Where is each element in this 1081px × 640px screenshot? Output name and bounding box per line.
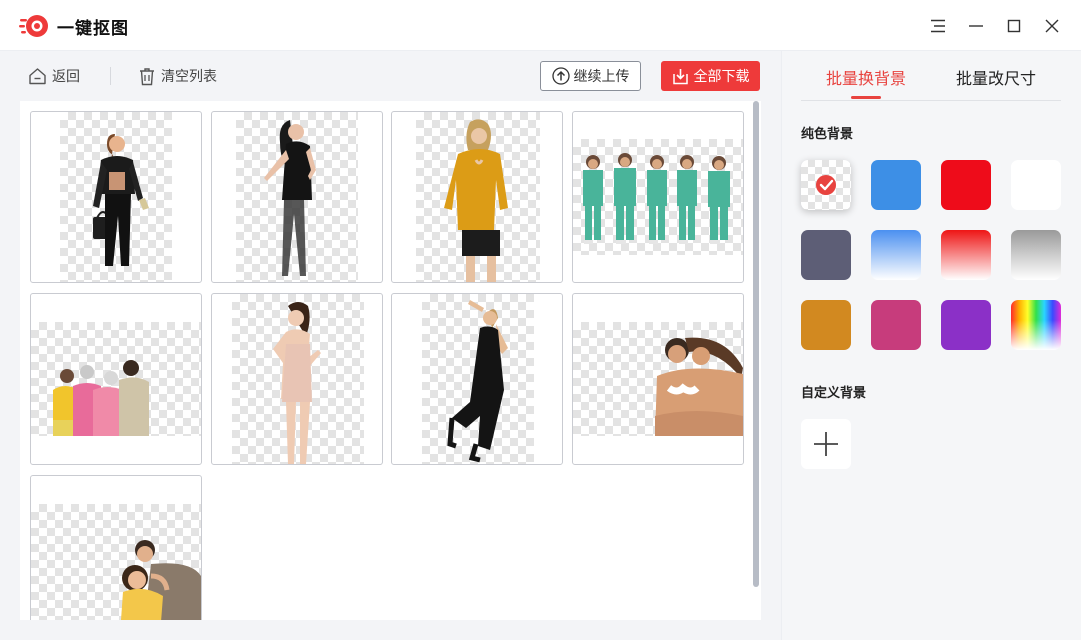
swatch-white[interactable] xyxy=(1011,160,1061,210)
image-thumbnail[interactable] xyxy=(572,293,744,465)
swatch-red-gradient[interactable] xyxy=(941,230,991,280)
maximize-icon xyxy=(1007,19,1021,33)
swatch-blue[interactable] xyxy=(871,160,921,210)
group-figure xyxy=(53,360,149,436)
upload-label: 继续上传 xyxy=(573,68,630,84)
image-list xyxy=(20,101,761,620)
download-all-button[interactable]: 全部下载 xyxy=(661,61,760,91)
image-thumbnail[interactable] xyxy=(391,293,563,465)
minimize-button[interactable] xyxy=(963,13,989,39)
solid-background-title: 纯色背景 xyxy=(801,126,854,141)
image-thumbnail[interactable] xyxy=(30,475,202,620)
tab-divider xyxy=(801,100,1061,101)
swatch-red[interactable] xyxy=(941,160,991,210)
group-figure xyxy=(121,540,201,620)
group-figure xyxy=(655,337,743,436)
person-figure xyxy=(447,300,508,463)
upload-icon xyxy=(551,67,570,85)
toolbar-divider xyxy=(110,67,111,85)
swatch-purple[interactable] xyxy=(941,300,991,350)
image-thumbnail[interactable] xyxy=(572,111,744,283)
menu-button[interactable] xyxy=(925,13,951,39)
tab-batch-background[interactable]: 批量换背景 xyxy=(826,65,906,89)
list-scrollbar[interactable] xyxy=(753,101,759,587)
home-back-icon xyxy=(29,68,46,85)
swatch-rainbow[interactable] xyxy=(1011,300,1061,350)
person-figure xyxy=(444,119,508,282)
image-thumbnail[interactable] xyxy=(211,111,383,283)
person-figure xyxy=(273,302,321,464)
clear-list-button[interactable]: 清空列表 xyxy=(138,64,217,88)
custom-background-title: 自定义背景 xyxy=(801,385,867,400)
close-icon xyxy=(1045,19,1059,33)
continue-upload-button[interactable]: 继续上传 xyxy=(540,61,641,91)
title-bar: 一键抠图 xyxy=(0,0,1081,51)
plus-icon xyxy=(814,432,838,456)
swatch-blue-gradient[interactable] xyxy=(871,230,921,280)
swatch-slate[interactable] xyxy=(801,230,851,280)
image-thumbnail[interactable] xyxy=(391,111,563,283)
image-thumbnail[interactable] xyxy=(30,111,202,283)
swatch-amber[interactable] xyxy=(801,300,851,350)
swatch-magenta[interactable] xyxy=(871,300,921,350)
clear-list-label: 清空列表 xyxy=(161,68,217,84)
check-circle-icon xyxy=(816,175,836,195)
back-label: 返回 xyxy=(52,68,80,84)
app-logo-icon xyxy=(19,15,48,37)
app-title: 一键抠图 xyxy=(57,19,129,38)
add-custom-background-button[interactable] xyxy=(801,419,851,469)
close-button[interactable] xyxy=(1039,13,1065,39)
download-label: 全部下载 xyxy=(693,68,750,84)
swatch-transparent[interactable] xyxy=(801,160,851,210)
trash-icon xyxy=(140,67,154,85)
minimize-icon xyxy=(969,25,983,27)
active-tab-indicator xyxy=(851,96,881,99)
back-button[interactable]: 返回 xyxy=(28,64,80,88)
person-figure xyxy=(93,134,149,266)
background-settings-panel: 批量换背景 批量改尺寸 纯色背景 自定义背景 xyxy=(781,51,1081,640)
tab-batch-resize[interactable]: 批量改尺寸 xyxy=(956,65,1036,89)
menu-icon xyxy=(931,19,945,33)
person-figure xyxy=(264,120,316,276)
group-figure xyxy=(583,153,730,244)
image-thumbnail[interactable] xyxy=(211,293,383,465)
image-thumbnail[interactable] xyxy=(30,293,202,465)
swatch-gray-gradient[interactable] xyxy=(1011,230,1061,280)
download-icon xyxy=(672,68,688,84)
maximize-button[interactable] xyxy=(1001,13,1027,39)
